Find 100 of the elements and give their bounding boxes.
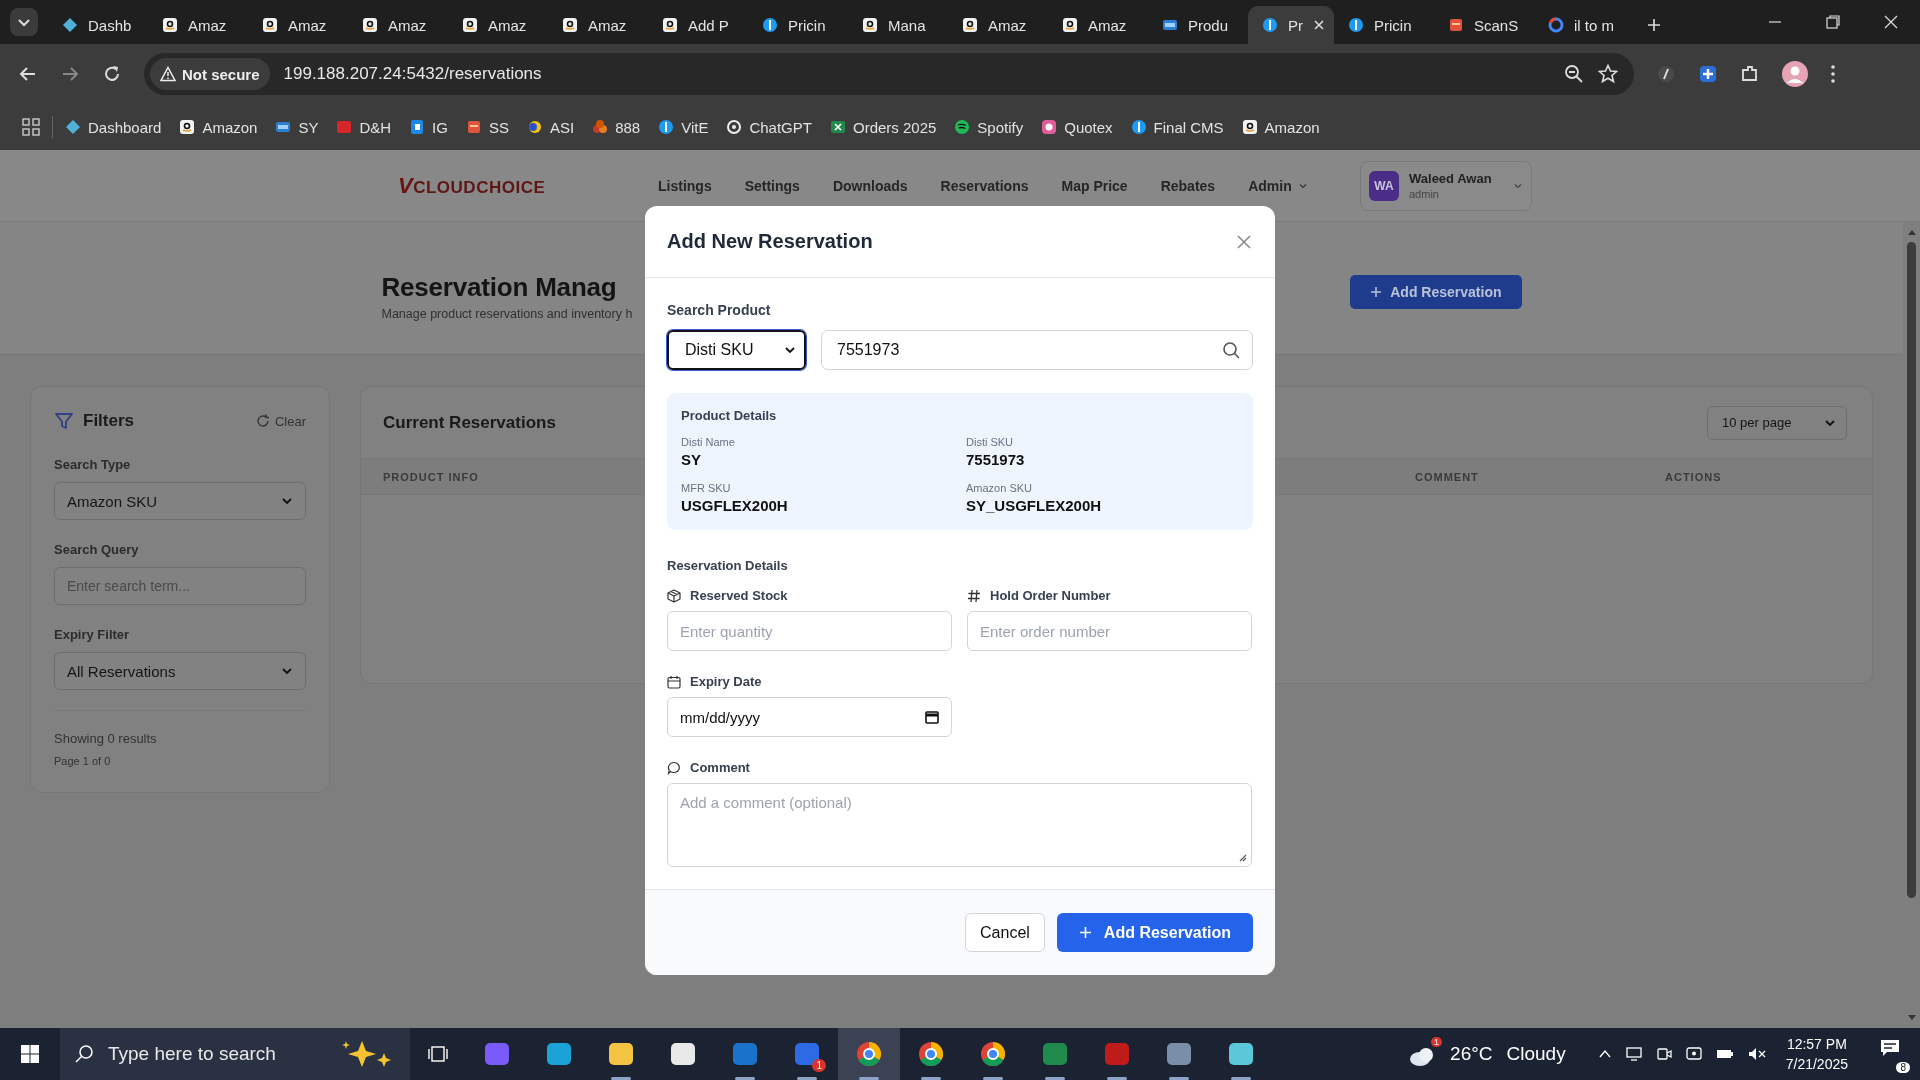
- browser-tab[interactable]: Amaz: [448, 6, 548, 44]
- bookmark[interactable]: Amazon: [179, 118, 258, 136]
- bookmark[interactable]: SS: [465, 118, 509, 136]
- bookmark[interactable]: VitE: [658, 118, 709, 136]
- scrollbar-thumb[interactable]: [1907, 242, 1916, 898]
- bookmark[interactable]: ChatGPT: [726, 118, 812, 136]
- nav-link[interactable]: Map Price: [1061, 177, 1128, 194]
- plus-icon: [1078, 926, 1092, 939]
- browser-tab[interactable]: Mana: [848, 6, 948, 44]
- date-field[interactable]: mm/dd/yyyy: [667, 697, 952, 737]
- warning-icon: [160, 66, 176, 82]
- browser-tab[interactable]: Amaz: [148, 6, 248, 44]
- security-chip[interactable]: Not secure: [150, 58, 270, 90]
- cancel-button[interactable]: Cancel: [965, 913, 1045, 952]
- puzzle-icon[interactable]: [1740, 64, 1760, 84]
- browser-tab[interactable]: Amaz: [348, 6, 448, 44]
- bookmark[interactable]: Dashboard: [65, 118, 162, 136]
- browser-tab[interactable]: ScanS: [1434, 6, 1534, 44]
- tab-search-icon[interactable]: [10, 8, 38, 36]
- site-icon: [162, 17, 178, 33]
- browser-tab[interactable]: Dashb: [48, 6, 148, 44]
- bookmark[interactable]: SY: [275, 118, 319, 136]
- chevron-down-icon: [784, 344, 796, 356]
- tab-title: Amaz: [1088, 16, 1127, 34]
- windows-start-icon[interactable]: [20, 1044, 40, 1064]
- security-label: Not secure: [182, 65, 260, 83]
- site-icon: [465, 119, 482, 135]
- camera-icon[interactable]: [1655, 1046, 1672, 1062]
- notification-badge: 8: [1896, 1062, 1910, 1073]
- nav-link[interactable]: Reservations: [940, 177, 1029, 194]
- dialog-title: Add New Reservation: [667, 230, 873, 253]
- search-type-select[interactable]: Disti SKU: [667, 330, 806, 370]
- tab-title: il to m: [1574, 16, 1614, 34]
- logo[interactable]: VCLOUDCHOICE: [398, 172, 658, 199]
- select-field[interactable]: Amazon SKU: [54, 482, 306, 520]
- nav-link[interactable]: Downloads: [832, 177, 908, 194]
- browser-tab[interactable]: Amaz: [548, 6, 648, 44]
- bookmark[interactable]: 888: [592, 118, 641, 136]
- menu-icon[interactable]: [1830, 64, 1836, 84]
- extension-icon[interactable]: [1698, 64, 1718, 84]
- column-header: PRODUCT INFO: [383, 470, 480, 483]
- site-icon: [862, 17, 878, 33]
- nav-link[interactable]: Rebates: [1160, 177, 1216, 194]
- per-page-select[interactable]: 10 per page: [1707, 405, 1847, 440]
- browser-tab[interactable]: Pricin: [1334, 6, 1434, 44]
- bookmark[interactable]: Amazon: [1241, 118, 1320, 136]
- column-header: ACTIONS: [1665, 470, 1723, 483]
- screen-icon[interactable]: [1685, 1046, 1702, 1062]
- browser-tab[interactable]: Amaz: [248, 6, 348, 44]
- select-field[interactable]: All Reservations: [54, 652, 306, 690]
- detail-label: Disti SKU: [966, 436, 1015, 448]
- monitor-icon[interactable]: [1625, 1046, 1642, 1062]
- apps-icon[interactable]: [22, 118, 40, 136]
- address-bar[interactable]: Not secure 199.188.207.24:5432/reservations: [144, 53, 1634, 95]
- site-icon: [562, 17, 578, 33]
- zoom-icon[interactable]: [1564, 64, 1584, 84]
- add-reservation-button[interactable]: Add Reservation: [1350, 275, 1522, 309]
- restore-icon[interactable]: [1826, 15, 1840, 29]
- nav-link[interactable]: Listings: [658, 177, 712, 194]
- taskbar-app[interactable]: 1: [776, 1028, 838, 1080]
- taskbar-app[interactable]: [838, 1028, 900, 1080]
- browser-tab[interactable]: il to m: [1534, 6, 1634, 44]
- reload-icon[interactable]: [102, 64, 122, 84]
- site-icon: [762, 17, 778, 33]
- browser-tab[interactable]: Amaz: [1048, 6, 1148, 44]
- browser-tab[interactable]: Add P: [648, 6, 748, 44]
- app-icon: [917, 1040, 945, 1068]
- bookmark[interactable]: Spotify: [954, 118, 1024, 136]
- speaker-muted-icon[interactable]: [1747, 1046, 1766, 1062]
- plus-icon: [1370, 286, 1383, 298]
- site-icon: [362, 17, 378, 33]
- new-tab-icon[interactable]: [1646, 17, 1662, 33]
- panel-title: Product Details: [681, 408, 778, 423]
- weather-widget[interactable]: 1 26°C Cloudy: [1408, 1036, 1566, 1072]
- nav-link[interactable]: Admin: [1248, 177, 1308, 194]
- star-icon[interactable]: [1598, 64, 1618, 84]
- profile-avatar[interactable]: [1782, 61, 1808, 87]
- clock[interactable]: 12:57 PM 7/21/2025: [1785, 1034, 1848, 1074]
- task-view-icon[interactable]: [428, 1044, 448, 1064]
- site-icon: [336, 119, 353, 135]
- bookmark[interactable]: D&H: [336, 118, 392, 136]
- browser-tab[interactable]: Pr: [1248, 6, 1334, 44]
- notification-badge: 1: [812, 1059, 826, 1072]
- nav-link[interactable]: Settings: [744, 177, 800, 194]
- add-reservation-button[interactable]: Add Reservation: [1056, 913, 1253, 952]
- field-label: Hold Order Number: [990, 588, 1111, 603]
- browser-tab[interactable]: Pricin: [748, 6, 848, 44]
- user-role: admin: [1409, 188, 1440, 200]
- taskbar-search[interactable]: Type here to search: [60, 1028, 410, 1080]
- user-menu[interactable]: WA Waleed Awan admin: [1360, 160, 1532, 211]
- browser-tab[interactable]: Produ: [1148, 6, 1248, 44]
- bookmark[interactable]: ASI: [526, 118, 575, 136]
- extension-icon[interactable]: [1656, 64, 1676, 84]
- browser-tab[interactable]: Amaz: [948, 6, 1048, 44]
- bookmark[interactable]: IG: [409, 118, 448, 136]
- bookmark[interactable]: Orders 2025: [829, 118, 937, 136]
- search-field[interactable]: 7551973: [821, 330, 1253, 370]
- bookmark[interactable]: Quotex: [1041, 118, 1113, 136]
- notification-center[interactable]: 8: [1868, 1035, 1910, 1073]
- bookmark[interactable]: Final CMS: [1130, 118, 1224, 136]
